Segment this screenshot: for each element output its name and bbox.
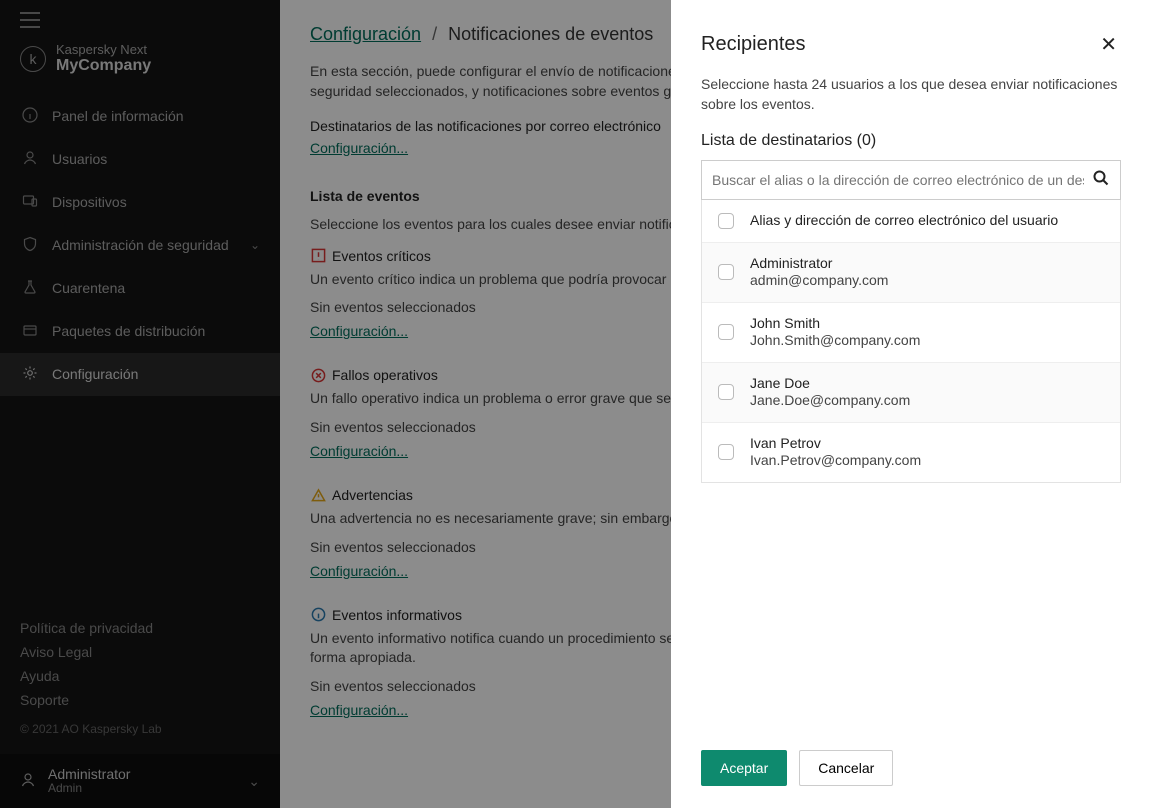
row-email: John.Smith@company.com bbox=[750, 332, 920, 350]
cancel-button[interactable]: Cancelar bbox=[799, 750, 893, 786]
table-header-label: Alias y dirección de correo electrónico … bbox=[750, 212, 1058, 230]
table-row[interactable]: Jane Doe Jane.Doe@company.com bbox=[702, 363, 1120, 423]
table-row[interactable]: Ivan Petrov Ivan.Petrov@company.com bbox=[702, 423, 1120, 482]
recipients-list-heading: Lista de destinatarios (0) bbox=[701, 132, 1121, 150]
search-icon[interactable] bbox=[1092, 169, 1110, 192]
row-checkbox[interactable] bbox=[718, 384, 734, 400]
row-checkbox[interactable] bbox=[718, 264, 734, 280]
table-header-row: Alias y dirección de correo electrónico … bbox=[702, 200, 1120, 243]
row-email: Jane.Doe@company.com bbox=[750, 392, 910, 410]
row-name: Ivan Petrov bbox=[750, 435, 921, 453]
row-checkbox[interactable] bbox=[718, 444, 734, 460]
row-name: Administrator bbox=[750, 255, 888, 273]
table-row[interactable]: Administrator admin@company.com bbox=[702, 243, 1120, 303]
close-icon[interactable]: ✕ bbox=[1096, 28, 1121, 61]
search-input-wrap bbox=[701, 160, 1121, 200]
select-all-checkbox[interactable] bbox=[718, 213, 734, 229]
row-email: Ivan.Petrov@company.com bbox=[750, 452, 921, 470]
panel-title: Recipientes bbox=[701, 33, 806, 56]
row-name: John Smith bbox=[750, 315, 920, 333]
row-checkbox[interactable] bbox=[718, 324, 734, 340]
search-input[interactable] bbox=[712, 172, 1084, 188]
recipients-table: Alias y dirección de correo electrónico … bbox=[701, 200, 1121, 483]
recipients-panel: Recipientes ✕ Seleccione hasta 24 usuari… bbox=[671, 0, 1151, 808]
panel-description: Seleccione hasta 24 usuarios a los que d… bbox=[701, 75, 1121, 114]
row-email: admin@company.com bbox=[750, 272, 888, 290]
accept-button[interactable]: Aceptar bbox=[701, 750, 787, 786]
table-row[interactable]: John Smith John.Smith@company.com bbox=[702, 303, 1120, 363]
row-name: Jane Doe bbox=[750, 375, 910, 393]
